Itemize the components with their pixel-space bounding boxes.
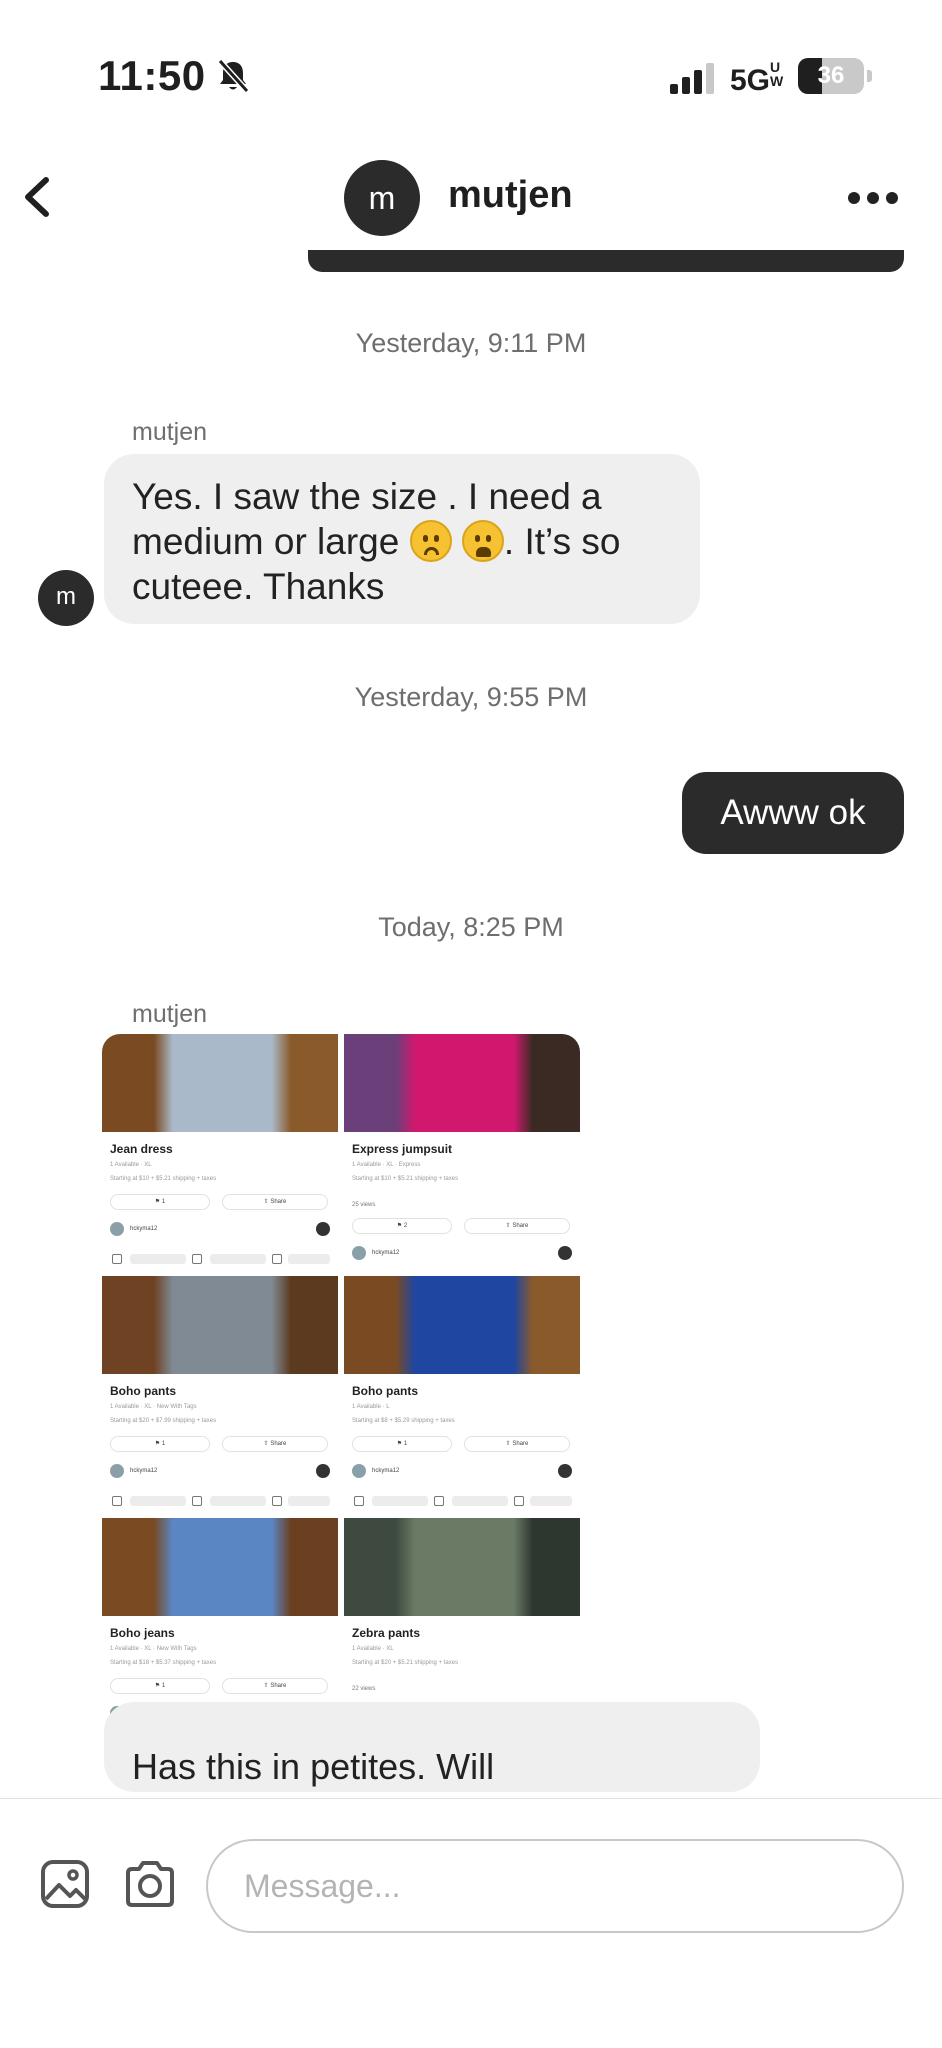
status-time: 11:50 [98, 52, 206, 99]
contact-name[interactable]: mutjen [448, 174, 573, 217]
camera-icon[interactable] [124, 1859, 176, 1909]
tired-face-icon [461, 520, 504, 562]
listing-card: Boho pants 1 Available · L Starting at $8 … [344, 1276, 580, 1512]
menu-dot-icon [316, 1464, 330, 1478]
outgoing-message-bubble[interactable]: Awww ok [682, 772, 904, 854]
seller-avatar [352, 1464, 366, 1478]
listing-name: Boho jeans [110, 1626, 175, 1640]
listing-name: Boho pants [110, 1384, 176, 1398]
share-button: ⇧ Share [222, 1194, 328, 1210]
listing-details: 1 Available · XL · New With Tags [110, 1646, 197, 1652]
bell-muted-icon [217, 58, 250, 94]
network-label: 5GUW [730, 59, 784, 97]
back-chevron-icon[interactable] [16, 172, 60, 222]
listing-card: Express jumpsuit 1 Available · XL · Expre… [344, 1034, 580, 1270]
message-timestamp: Yesterday, 9:11 PM [355, 328, 587, 358]
listing-details: 1 Available · XL · New With Tags [110, 1404, 197, 1410]
listing-details: 1 Available · XL [110, 1162, 152, 1168]
sender-name: mutjen [132, 1000, 208, 1028]
listing-price: Starting at $20 + $5.21 shipping + taxes [352, 1660, 459, 1666]
menu-dot-icon [558, 1464, 572, 1478]
message-input[interactable] [206, 1839, 904, 1933]
listing-card: Boho pants 1 Available · XL · New With Ta… [102, 1276, 338, 1512]
status-bar: 11:50 5GUW 36 [0, 0, 942, 150]
share-button: ⇧ Share [222, 1436, 328, 1452]
listing-photo [344, 1276, 580, 1374]
listing-price: Starting at $20 + $7.99 shipping + taxes [110, 1418, 217, 1424]
like-count: ⚑ 1 [110, 1194, 210, 1210]
listing-card: Jean dress 1 Available · XL Starting at $1… [102, 1034, 338, 1270]
seller-name: hckyma12 [372, 1468, 400, 1474]
listing-details: 1 Available · L [352, 1404, 390, 1410]
seller-avatar [110, 1222, 124, 1236]
share-button: ⇧ Share [222, 1678, 328, 1694]
frowning-face-icon [409, 520, 452, 562]
message-timestamp: Today, 8:25 PM [378, 912, 564, 942]
listing-photo [102, 1518, 338, 1616]
like-count: ⚑ 1 [110, 1678, 210, 1694]
signal-icon [670, 63, 714, 94]
listing-price: Starting at $8 + $5.29 shipping + taxes [352, 1418, 455, 1424]
seller-name: hckyma12 [130, 1226, 158, 1232]
listing-details: 1 Available · XL [352, 1646, 394, 1652]
listing-price: Starting at $18 + $5.37 shipping + taxes [110, 1660, 217, 1666]
more-options-icon[interactable] [846, 180, 900, 214]
toolbar-strip [102, 1494, 338, 1508]
battery-icon: 36 [798, 58, 872, 94]
gallery-icon[interactable] [40, 1859, 90, 1909]
listing-price: Starting at $10 + $5.21 shipping + taxes [110, 1176, 217, 1182]
listing-photo [344, 1034, 580, 1132]
seller-name: hckyma12 [372, 1250, 400, 1256]
listing-price: Starting at $10 + $5.21 shipping + taxes [352, 1176, 459, 1182]
toolbar-strip [102, 1252, 338, 1266]
seller-name: hckyma12 [130, 1468, 158, 1474]
like-count: ⚑ 2 [352, 1218, 452, 1234]
listing-views: 22 views [352, 1686, 376, 1692]
listing-photo [102, 1034, 338, 1132]
toolbar-strip [344, 1494, 580, 1508]
seller-avatar [352, 1246, 366, 1260]
like-count: ⚑ 1 [110, 1436, 210, 1452]
image-attachment[interactable]: Jean dress 1 Available · XL Starting at $1… [102, 1034, 580, 1756]
sender-avatar[interactable]: m [38, 570, 94, 626]
seller-avatar [110, 1464, 124, 1478]
sender-name: mutjen [132, 418, 208, 446]
listing-name: Express jumpsuit [352, 1142, 453, 1156]
listing-name: Zebra pants [352, 1626, 421, 1640]
listing-details: 1 Available · XL · Express [352, 1162, 421, 1168]
incoming-message-bubble[interactable]: Yes. I saw the size . I need a medium or… [104, 454, 700, 624]
share-button: ⇧ Share [464, 1218, 570, 1234]
contact-avatar[interactable]: m [344, 160, 420, 236]
like-count: ⚑ 1 [352, 1436, 452, 1452]
listing-photo [344, 1518, 580, 1616]
listing-photo [102, 1276, 338, 1374]
message-composer [0, 1798, 942, 2048]
menu-dot-icon [316, 1222, 330, 1236]
message-timestamp: Yesterday, 9:55 PM [354, 682, 588, 712]
chat-header: m mutjen [0, 150, 942, 250]
menu-dot-icon [558, 1246, 572, 1260]
incoming-message-bubble-partial[interactable]: Has this in petites. Will [104, 1702, 760, 1792]
listing-name: Boho pants [352, 1384, 418, 1398]
listing-views: 25 views [352, 1202, 376, 1208]
share-button: ⇧ Share [464, 1436, 570, 1452]
listing-name: Jean dress [110, 1142, 173, 1156]
